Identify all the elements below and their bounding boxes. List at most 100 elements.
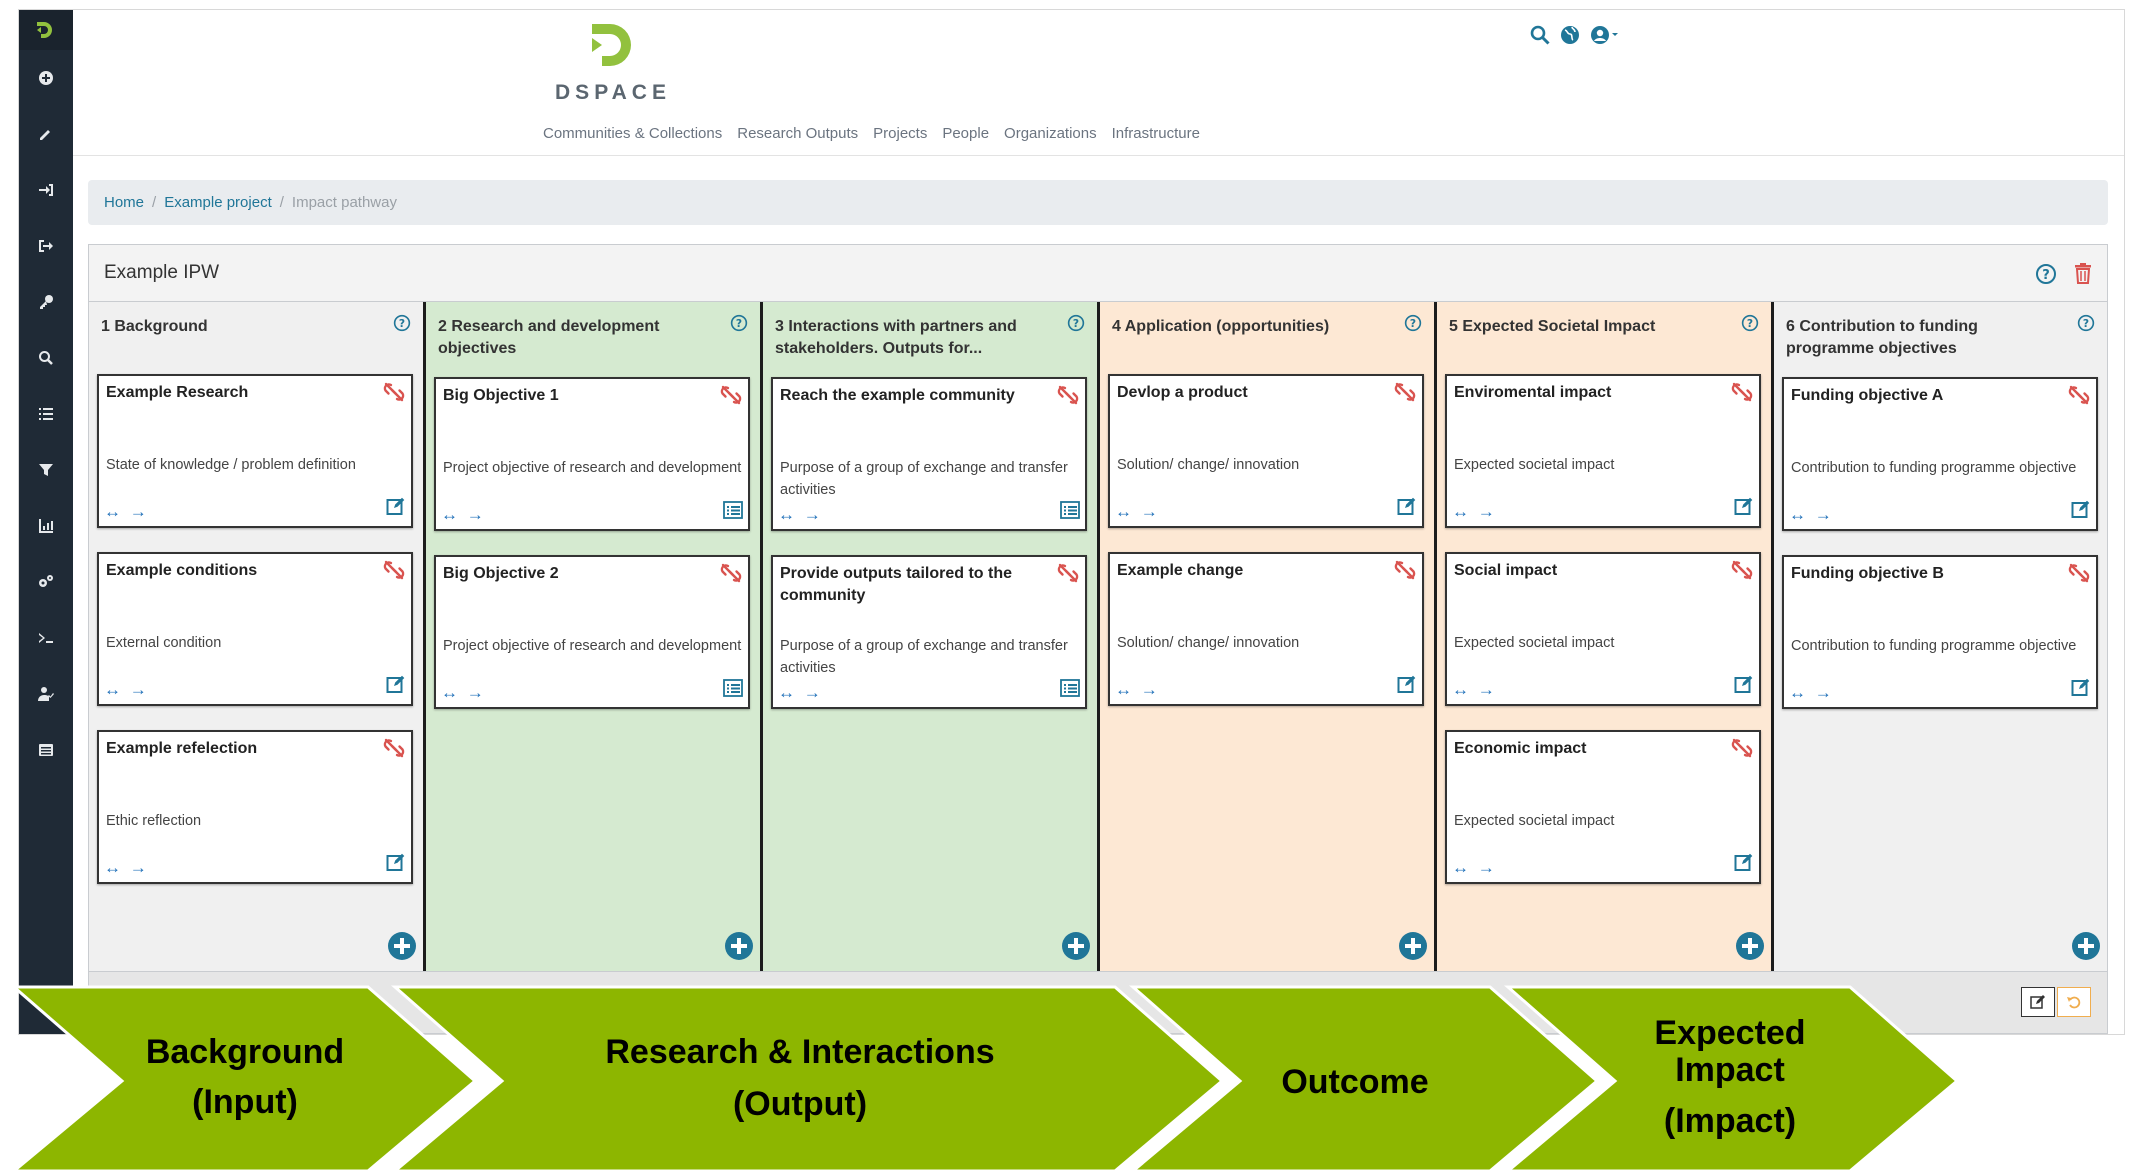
pathway-card[interactable]: Provide outputs tailored to the communit… — [771, 555, 1087, 709]
sidebar-statistics-icon[interactable] — [19, 498, 73, 554]
add-icon[interactable] — [2071, 931, 2101, 966]
list-icon[interactable] — [1060, 501, 1080, 524]
pathway-card[interactable]: Funding objective B Contribution to fundi… — [1782, 555, 2098, 709]
unlink-icon[interactable] — [383, 381, 405, 408]
dspace-logo[interactable]: DSPACE — [553, 20, 673, 105]
unlink-icon[interactable] — [1731, 559, 1753, 586]
list-icon[interactable] — [1060, 679, 1080, 702]
pathway-card[interactable]: Funding objective A Contribution to fundi… — [1782, 377, 2098, 531]
help-icon[interactable]: ? — [393, 314, 411, 337]
card-relation-arrows[interactable]: ↔ → — [778, 505, 823, 525]
unlink-icon[interactable] — [1731, 381, 1753, 408]
pathway-card[interactable]: Big Objective 1 Project objective of rese… — [434, 377, 750, 531]
edit-icon[interactable] — [1734, 852, 1754, 877]
help-icon[interactable]: ? — [2077, 314, 2095, 337]
card-description: Expected societal impact — [1454, 457, 1615, 473]
trash-icon[interactable] — [2073, 262, 2093, 284]
edit-icon[interactable] — [2071, 499, 2091, 524]
nav-communities[interactable]: Communities & Collections — [543, 125, 722, 142]
card-relation-arrows[interactable]: ↔ → — [104, 680, 149, 700]
card-relation-arrows[interactable]: ↔ → — [441, 505, 486, 525]
pathway-card[interactable]: Economic impact Expected societal impact ↔… — [1445, 730, 1761, 884]
nav-people[interactable]: People — [942, 125, 989, 142]
edit-icon[interactable] — [386, 852, 406, 877]
card-relation-arrows[interactable]: ↔ → — [441, 683, 486, 703]
pathway-card[interactable]: Social impact Expected societal impact ↔ → — [1445, 552, 1761, 706]
search-icon[interactable] — [1529, 24, 1551, 46]
unlink-icon[interactable] — [2068, 562, 2090, 589]
add-icon[interactable] — [1398, 931, 1428, 966]
edit-icon[interactable] — [386, 496, 406, 521]
nav-projects[interactable]: Projects — [873, 125, 927, 142]
nav-infrastructure[interactable]: Infrastructure — [1112, 125, 1200, 142]
card-relation-arrows[interactable]: ↔ → — [1789, 683, 1834, 703]
add-icon[interactable] — [1735, 931, 1765, 966]
card-relation-arrows[interactable]: ↔ → — [1452, 502, 1497, 522]
unlink-icon[interactable] — [1394, 381, 1416, 408]
user-icon[interactable] — [1589, 24, 1619, 46]
unlink-icon[interactable] — [720, 562, 742, 589]
edit-icon[interactable] — [1397, 674, 1417, 699]
card-relation-arrows[interactable]: ↔ → — [104, 502, 149, 522]
add-icon[interactable] — [724, 931, 754, 966]
card-relation-arrows[interactable]: ↔ → — [778, 683, 823, 703]
edit-icon[interactable] — [1734, 674, 1754, 699]
unlink-icon[interactable] — [1057, 384, 1079, 411]
sidebar-curation-icon[interactable] — [19, 442, 73, 498]
edit-icon[interactable] — [1734, 496, 1754, 521]
unlink-icon[interactable] — [383, 737, 405, 764]
pathway-card[interactable]: Devlop a product Solution/ change/ innova… — [1108, 374, 1424, 528]
unlink-icon[interactable] — [1731, 737, 1753, 764]
pathway-card[interactable]: Example change Solution/ change/ innovati… — [1108, 552, 1424, 706]
unlink-icon[interactable] — [383, 559, 405, 586]
card-relation-arrows[interactable]: ↔ → — [1115, 502, 1160, 522]
add-icon[interactable] — [1061, 931, 1091, 966]
sidebar-search-icon[interactable] — [19, 330, 73, 386]
sidebar-registries-icon[interactable] — [19, 386, 73, 442]
sidebar-export-icon[interactable] — [19, 218, 73, 274]
unlink-icon[interactable] — [1057, 562, 1079, 589]
chevron-label-research: Research & Interactions (Output) — [605, 1033, 995, 1123]
help-icon[interactable]: ? — [1067, 314, 1085, 337]
card-relation-arrows[interactable]: ↔ → — [1452, 858, 1497, 878]
sidebar-cogs-icon[interactable] — [19, 554, 73, 610]
breadcrumb-home[interactable]: Home — [104, 194, 144, 211]
help-icon[interactable]: ? — [1404, 314, 1422, 337]
edit-icon[interactable] — [2071, 677, 2091, 702]
list-icon[interactable] — [723, 501, 743, 524]
help-icon[interactable]: ? — [730, 314, 748, 337]
card-relation-arrows[interactable]: ↔ → — [1115, 680, 1160, 700]
pathway-card[interactable]: Example conditions External condition ↔ → — [97, 552, 413, 706]
add-icon[interactable] — [387, 931, 417, 966]
card-relation-arrows[interactable]: ↔ → — [104, 858, 149, 878]
impact-pathway-panel: Example IPW ? 1 Background? Example Resea… — [88, 244, 2108, 1034]
sidebar-user-check-icon[interactable] — [19, 666, 73, 722]
pathway-card[interactable]: Reach the example community Purpose of a … — [771, 377, 1087, 531]
card-relation-arrows[interactable]: ↔ → — [1789, 505, 1834, 525]
pathway-card[interactable]: Enviromental impact Expected societal imp… — [1445, 374, 1761, 528]
edit-icon[interactable] — [1397, 496, 1417, 521]
breadcrumb-project[interactable]: Example project — [164, 194, 272, 211]
sidebar-logo[interactable] — [19, 10, 73, 50]
pathway-card[interactable]: Big Objective 2 Project objective of rese… — [434, 555, 750, 709]
edit-icon[interactable] — [386, 674, 406, 699]
pathway-card[interactable]: Example refelection Ethic reflection ↔ → — [97, 730, 413, 884]
globe-icon[interactable] — [1559, 24, 1581, 46]
card-description: Expected societal impact — [1454, 813, 1615, 829]
card-relation-arrows[interactable]: ↔ → — [1452, 680, 1497, 700]
sidebar-import-icon[interactable] — [19, 162, 73, 218]
list-icon[interactable] — [723, 679, 743, 702]
unlink-icon[interactable] — [2068, 384, 2090, 411]
help-icon[interactable]: ? — [2035, 263, 2057, 285]
sidebar-new-icon[interactable] — [19, 50, 73, 106]
sidebar-edit-icon[interactable] — [19, 106, 73, 162]
unlink-icon[interactable] — [720, 384, 742, 411]
help-icon[interactable]: ? — [1741, 314, 1759, 337]
sidebar-access-key-icon[interactable] — [19, 274, 73, 330]
nav-research-outputs[interactable]: Research Outputs — [737, 125, 858, 142]
sidebar-terminal-icon[interactable] — [19, 610, 73, 666]
nav-organizations[interactable]: Organizations — [1004, 125, 1097, 142]
pathway-card[interactable]: Example Research State of knowledge / pro… — [97, 374, 413, 528]
unlink-icon[interactable] — [1394, 559, 1416, 586]
sidebar-workflow-icon[interactable] — [19, 722, 73, 778]
